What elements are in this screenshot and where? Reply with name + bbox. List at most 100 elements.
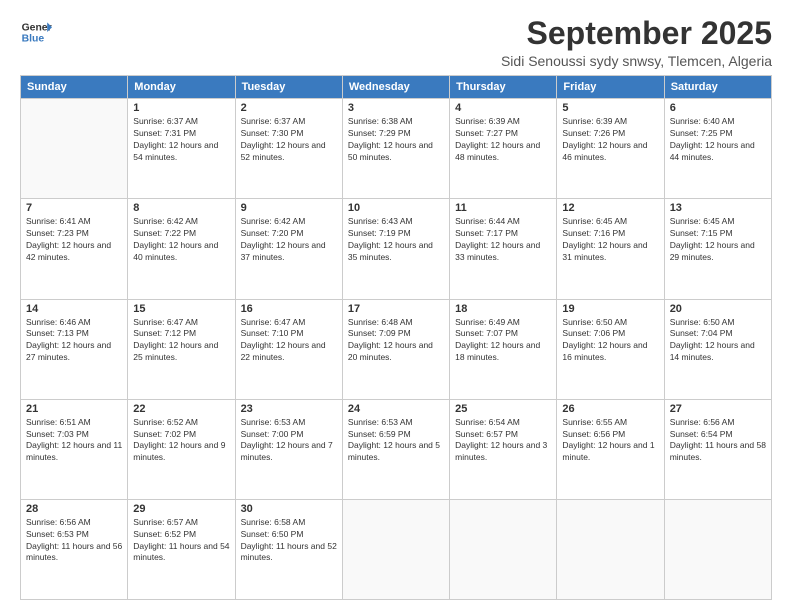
day-info: Sunrise: 6:50 AMSunset: 7:04 PMDaylight:… <box>670 317 766 365</box>
calendar-cell: 19 Sunrise: 6:50 AMSunset: 7:06 PMDayligh… <box>557 299 664 399</box>
day-info: Sunrise: 6:48 AMSunset: 7:09 PMDaylight:… <box>348 317 444 365</box>
weekday-header-row: SundayMondayTuesdayWednesdayThursdayFrid… <box>21 76 772 99</box>
calendar-cell: 30Sunrise: 6:58 AMSunset: 6:50 PMDayligh… <box>235 499 342 599</box>
day-info: Sunrise: 6:46 AMSunset: 7:13 PMDaylight:… <box>26 317 122 365</box>
calendar-cell: 25 Sunrise: 6:54 AMSunset: 6:57 PMDayligh… <box>450 399 557 499</box>
weekday-header-friday: Friday <box>557 76 664 99</box>
day-info: Sunrise: 6:58 AMSunset: 6:50 PMDaylight:… <box>241 517 337 565</box>
calendar-cell: 12 Sunrise: 6:45 AMSunset: 7:16 PMDayligh… <box>557 199 664 299</box>
calendar-cell: 16Sunrise: 6:47 AMSunset: 7:10 PMDayligh… <box>235 299 342 399</box>
day-number: 6 <box>670 102 766 114</box>
day-info: Sunrise: 6:57 AMSunset: 6:52 PMDaylight:… <box>133 517 229 565</box>
calendar-cell <box>450 499 557 599</box>
day-number: 27 <box>670 403 766 415</box>
day-number: 16 <box>241 303 337 315</box>
day-number: 11 <box>455 202 551 214</box>
calendar-cell: 24 Sunrise: 6:53 AMSunset: 6:59 PMDayligh… <box>342 399 449 499</box>
calendar-cell: 9 Sunrise: 6:42 AMSunset: 7:20 PMDaylight… <box>235 199 342 299</box>
calendar-cell: 28Sunrise: 6:56 AMSunset: 6:53 PMDayligh… <box>21 499 128 599</box>
day-number: 4 <box>455 102 551 114</box>
location-title: Sidi Senoussi sydy snwsy, Tlemcen, Alger… <box>501 53 772 69</box>
weekday-header-saturday: Saturday <box>664 76 771 99</box>
week-row-1: 7Sunrise: 6:41 AMSunset: 7:23 PMDaylight… <box>21 199 772 299</box>
calendar-cell: 1 Sunrise: 6:37 AMSunset: 7:31 PMDaylight… <box>128 99 235 199</box>
calendar-cell: 7Sunrise: 6:41 AMSunset: 7:23 PMDaylight… <box>21 199 128 299</box>
day-info: Sunrise: 6:47 AMSunset: 7:12 PMDaylight:… <box>133 317 229 365</box>
day-number: 19 <box>562 303 658 315</box>
day-number: 28 <box>26 503 122 515</box>
calendar-cell: 20Sunrise: 6:50 AMSunset: 7:04 PMDayligh… <box>664 299 771 399</box>
calendar-cell: 21 Sunrise: 6:51 AMSunset: 7:03 PMDayligh… <box>21 399 128 499</box>
day-number: 23 <box>241 403 337 415</box>
logo-icon: General Blue <box>20 16 52 48</box>
calendar-cell <box>342 499 449 599</box>
day-info: Sunrise: 6:37 AMSunset: 7:30 PMDaylight:… <box>241 116 337 164</box>
day-info: Sunrise: 6:43 AMSunset: 7:19 PMDaylight:… <box>348 216 444 264</box>
weekday-header-monday: Monday <box>128 76 235 99</box>
day-info: Sunrise: 6:53 AMSunset: 6:59 PMDaylight:… <box>348 417 444 465</box>
calendar-cell: 2 Sunrise: 6:37 AMSunset: 7:30 PMDaylight… <box>235 99 342 199</box>
day-info: Sunrise: 6:53 AMSunset: 7:00 PMDaylight:… <box>241 417 337 465</box>
day-info: Sunrise: 6:37 AMSunset: 7:31 PMDaylight:… <box>133 116 229 164</box>
day-number: 8 <box>133 202 229 214</box>
day-info: Sunrise: 6:51 AMSunset: 7:03 PMDaylight:… <box>26 417 122 465</box>
calendar-table: SundayMondayTuesdayWednesdayThursdayFrid… <box>20 75 772 600</box>
day-info: Sunrise: 6:56 AMSunset: 6:54 PMDaylight:… <box>670 417 766 465</box>
calendar-cell: 8 Sunrise: 6:42 AMSunset: 7:22 PMDaylight… <box>128 199 235 299</box>
calendar-cell: 4Sunrise: 6:39 AMSunset: 7:27 PMDaylight… <box>450 99 557 199</box>
day-info: Sunrise: 6:50 AMSunset: 7:06 PMDaylight:… <box>562 317 658 365</box>
day-info: Sunrise: 6:54 AMSunset: 6:57 PMDaylight:… <box>455 417 551 465</box>
calendar-cell <box>21 99 128 199</box>
day-number: 12 <box>562 202 658 214</box>
calendar-cell: 17 Sunrise: 6:48 AMSunset: 7:09 PMDayligh… <box>342 299 449 399</box>
day-number: 21 <box>26 403 122 415</box>
day-info: Sunrise: 6:38 AMSunset: 7:29 PMDaylight:… <box>348 116 444 164</box>
week-row-0: 1 Sunrise: 6:37 AMSunset: 7:31 PMDaylight… <box>21 99 772 199</box>
day-number: 17 <box>348 303 444 315</box>
day-number: 13 <box>670 202 766 214</box>
calendar-cell: 11Sunrise: 6:44 AMSunset: 7:17 PMDayligh… <box>450 199 557 299</box>
weekday-header-tuesday: Tuesday <box>235 76 342 99</box>
weekday-header-sunday: Sunday <box>21 76 128 99</box>
svg-text:Blue: Blue <box>22 34 45 45</box>
day-number: 25 <box>455 403 551 415</box>
calendar-cell: 23 Sunrise: 6:53 AMSunset: 7:00 PMDayligh… <box>235 399 342 499</box>
day-number: 2 <box>241 102 337 114</box>
week-row-2: 14 Sunrise: 6:46 AMSunset: 7:13 PMDayligh… <box>21 299 772 399</box>
day-number: 14 <box>26 303 122 315</box>
calendar-cell: 3 Sunrise: 6:38 AMSunset: 7:29 PMDaylight… <box>342 99 449 199</box>
day-number: 5 <box>562 102 658 114</box>
day-number: 1 <box>133 102 229 114</box>
day-info: Sunrise: 6:45 AMSunset: 7:16 PMDaylight:… <box>562 216 658 264</box>
title-block: September 2025 Sidi Senoussi sydy snwsy,… <box>501 16 772 69</box>
day-info: Sunrise: 6:40 AMSunset: 7:25 PMDaylight:… <box>670 116 766 164</box>
calendar-cell: 6 Sunrise: 6:40 AMSunset: 7:25 PMDaylight… <box>664 99 771 199</box>
calendar-cell: 10Sunrise: 6:43 AMSunset: 7:19 PMDayligh… <box>342 199 449 299</box>
day-number: 9 <box>241 202 337 214</box>
day-info: Sunrise: 6:39 AMSunset: 7:26 PMDaylight:… <box>562 116 658 164</box>
calendar-cell: 26 Sunrise: 6:55 AMSunset: 6:56 PMDayligh… <box>557 399 664 499</box>
day-number: 7 <box>26 202 122 214</box>
day-number: 15 <box>133 303 229 315</box>
day-info: Sunrise: 6:42 AMSunset: 7:20 PMDaylight:… <box>241 216 337 264</box>
month-title: September 2025 <box>501 16 772 51</box>
calendar-cell: 22 Sunrise: 6:52 AMSunset: 7:02 PMDayligh… <box>128 399 235 499</box>
calendar-cell: 15 Sunrise: 6:47 AMSunset: 7:12 PMDayligh… <box>128 299 235 399</box>
day-info: Sunrise: 6:49 AMSunset: 7:07 PMDaylight:… <box>455 317 551 365</box>
day-number: 26 <box>562 403 658 415</box>
calendar-cell <box>664 499 771 599</box>
day-info: Sunrise: 6:55 AMSunset: 6:56 PMDaylight:… <box>562 417 658 465</box>
day-info: Sunrise: 6:45 AMSunset: 7:15 PMDaylight:… <box>670 216 766 264</box>
day-number: 29 <box>133 503 229 515</box>
calendar-cell: 18Sunrise: 6:49 AMSunset: 7:07 PMDayligh… <box>450 299 557 399</box>
header: General Blue September 2025 Sidi Senouss… <box>20 16 772 69</box>
logo: General Blue <box>20 16 52 48</box>
calendar-cell: 14 Sunrise: 6:46 AMSunset: 7:13 PMDayligh… <box>21 299 128 399</box>
calendar-cell: 27 Sunrise: 6:56 AMSunset: 6:54 PMDayligh… <box>664 399 771 499</box>
day-info: Sunrise: 6:52 AMSunset: 7:02 PMDaylight:… <box>133 417 229 465</box>
day-number: 22 <box>133 403 229 415</box>
day-info: Sunrise: 6:42 AMSunset: 7:22 PMDaylight:… <box>133 216 229 264</box>
day-number: 24 <box>348 403 444 415</box>
calendar-cell: 29 Sunrise: 6:57 AMSunset: 6:52 PMDayligh… <box>128 499 235 599</box>
day-number: 3 <box>348 102 444 114</box>
